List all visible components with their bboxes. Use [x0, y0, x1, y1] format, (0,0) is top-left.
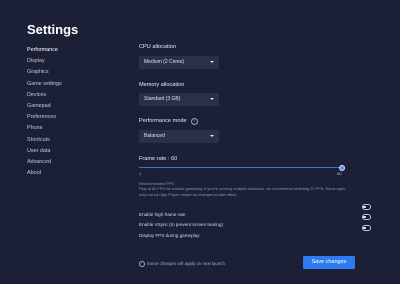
sidebar-item-gamepad[interactable]: Gamepad [27, 101, 107, 112]
sidebar-item-performance[interactable]: Performance [27, 45, 107, 56]
chevron-down-icon [210, 98, 214, 100]
memory-allocation-select[interactable]: Standard (3 GB) [139, 93, 219, 106]
chevron-down-icon [210, 135, 214, 137]
toggle-row-display-fps: Display FPS during gameplay [139, 224, 371, 238]
performance-mode-select[interactable]: Balanced [139, 130, 219, 143]
display-fps-toggle[interactable] [361, 225, 371, 231]
cpu-allocation-value: Medium (2 Cores) [144, 59, 185, 65]
sidebar-item-shortcuts[interactable]: Shortcuts [27, 135, 107, 146]
sidebar-nav: Performance Display Graphics Game settin… [27, 45, 107, 179]
toggle-knob [363, 205, 366, 209]
sidebar-item-preferences[interactable]: Preferences [27, 112, 107, 123]
memory-allocation-value: Standard (3 GB) [144, 96, 181, 102]
high-frame-rate-toggle[interactable] [361, 204, 371, 210]
toggle-knob [363, 215, 366, 219]
page-title: Settings [27, 22, 79, 37]
frame-rate-slider-track[interactable] [139, 167, 342, 169]
chevron-down-icon [210, 61, 214, 63]
cpu-allocation-label: CPU allocation [139, 44, 176, 50]
save-changes-button[interactable]: Save changes [303, 256, 355, 269]
frame-rate-slider-thumb[interactable] [339, 164, 345, 171]
vsync-toggle[interactable] [361, 214, 371, 220]
performance-mode-value: Balanced [144, 133, 165, 139]
toggle-knob [363, 226, 366, 230]
frame-rate-min-label: 1 [139, 171, 142, 176]
sidebar-item-about[interactable]: About [27, 168, 107, 179]
memory-allocation-label: Memory allocation [139, 82, 185, 88]
info-icon: i [139, 261, 145, 267]
cpu-allocation-select[interactable]: Medium (2 Cores) [139, 56, 219, 69]
help-icon[interactable]: ? [190, 118, 198, 126]
restart-note: i Some changes will apply on next launch [139, 261, 225, 267]
sidebar-item-display[interactable]: Display [27, 56, 107, 67]
sidebar-item-advanced[interactable]: Advanced [27, 157, 107, 168]
sidebar-item-graphics[interactable]: Graphics [27, 67, 107, 78]
toggle-row-vsync: Enable VSync (to prevent screen tearing) [139, 213, 371, 227]
restart-note-text: Some changes will apply on next launch [146, 261, 225, 267]
toggle-label: Display FPS during gameplay [139, 233, 200, 238]
toggle-row-high-frame-rate: Enable high frame rate [139, 203, 371, 217]
sidebar-item-game-settings[interactable]: Game settings [27, 79, 107, 90]
frame-rate-label: Frame rate : 60 [139, 156, 178, 162]
recommended-fps-text: Play at 60 FPS for smooth gameplay. If y… [139, 186, 346, 197]
sidebar-item-user-data[interactable]: User data [27, 146, 107, 157]
performance-mode-label: Performance mode [139, 118, 187, 124]
frame-rate-max-label: 60 [337, 171, 342, 176]
sidebar-item-phone[interactable]: Phone [27, 123, 107, 134]
sidebar-item-devices[interactable]: Devices [27, 90, 107, 101]
